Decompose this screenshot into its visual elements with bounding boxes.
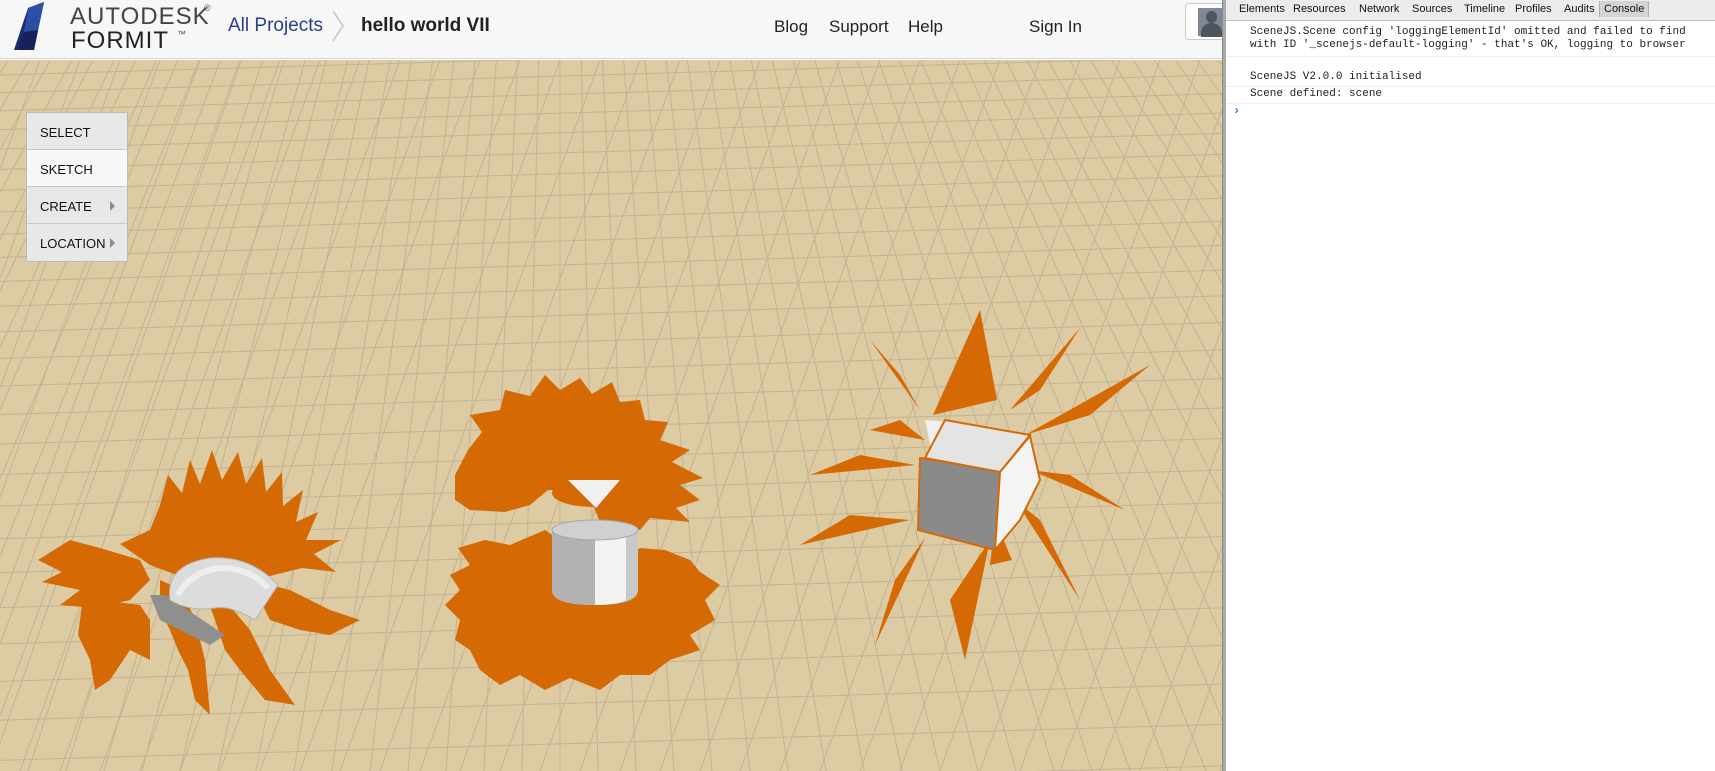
tab-timeline[interactable]: Timeline [1464, 3, 1505, 15]
top-bar: AUTODESK ® FORMIT ™ All Projects hello w… [0, 0, 1222, 59]
nav-help-link[interactable]: Help [908, 17, 943, 37]
user-avatar-icon [1198, 8, 1222, 37]
console-line: Scene defined: scene [1250, 88, 1383, 100]
logo-text-formit: FORMIT [71, 27, 169, 54]
tab-sources[interactable]: Sources [1412, 3, 1452, 15]
console-line: SceneJS.Scene config 'loggingElementId' … [1250, 26, 1686, 38]
console-line: SceneJS V2.0.0 initialised [1250, 71, 1422, 83]
autodesk-formit-logo[interactable]: AUTODESK ® FORMIT ™ [14, 2, 211, 54]
tool-select[interactable]: SELECT [27, 113, 127, 150]
tool-location-label: LOCATION [40, 236, 106, 251]
registered-mark: ® [204, 3, 211, 13]
tool-select-label: SELECT [40, 125, 91, 140]
triangle-right-icon [110, 201, 115, 211]
triangle-right-icon [110, 238, 115, 248]
nav-blog-link[interactable]: Blog [774, 17, 808, 37]
autodesk-logo-icon [14, 2, 44, 50]
tab-elements[interactable]: Elements [1239, 3, 1285, 15]
sign-in-link[interactable]: Sign In [1029, 17, 1082, 37]
tab-console[interactable]: Console [1599, 1, 1650, 17]
nav-support-link[interactable]: Support [829, 17, 889, 37]
devtools-panel: Elements Resources Network Sources Timel… [1226, 0, 1715, 771]
console-line: with ID '_scenejs-default-logging' - tha… [1250, 39, 1686, 51]
breadcrumb-project-name: hello world VII [361, 15, 490, 36]
3d-viewport[interactable] [0, 60, 1222, 771]
tool-sketch-label: SKETCH [40, 162, 93, 177]
console-prompt-icon[interactable]: › [1233, 104, 1240, 118]
tab-network[interactable]: Network [1359, 3, 1399, 15]
tool-sketch[interactable]: SKETCH [27, 150, 127, 187]
tool-menu: SELECT SKETCH CREATE LOCATION [26, 112, 128, 262]
console-output[interactable]: SceneJS.Scene config 'loggingElementId' … [1226, 22, 1715, 771]
tab-audits[interactable]: Audits [1564, 3, 1595, 15]
devtools-tab-bar: Elements Resources Network Sources Timel… [1226, 0, 1715, 21]
trademark-mark: ™ [177, 29, 186, 39]
chevron-right-icon [332, 10, 345, 42]
user-avatar-button[interactable] [1185, 3, 1222, 40]
formit-app: AUTODESK ® FORMIT ™ All Projects hello w… [0, 0, 1222, 771]
tab-profiles[interactable]: Profiles [1515, 3, 1552, 15]
breadcrumb-all-projects[interactable]: All Projects [228, 15, 323, 37]
tool-create[interactable]: CREATE [27, 187, 127, 224]
tool-create-label: CREATE [40, 199, 92, 214]
tool-location[interactable]: LOCATION [27, 224, 127, 261]
tab-resources[interactable]: Resources [1293, 3, 1346, 15]
